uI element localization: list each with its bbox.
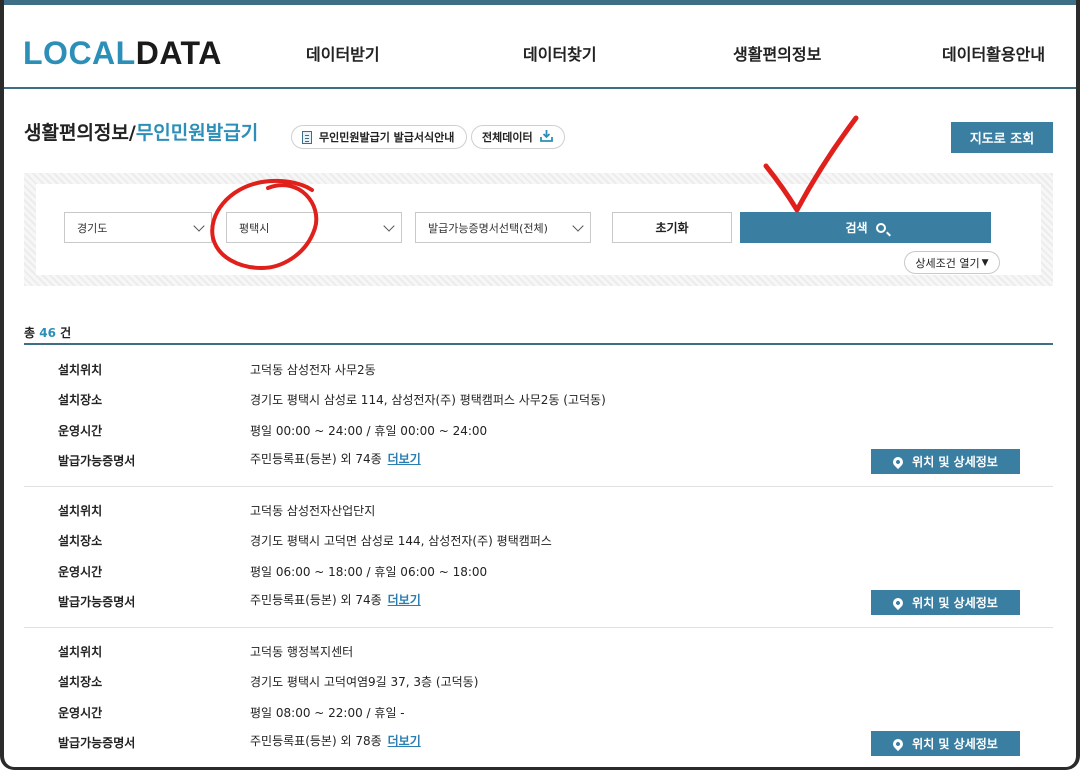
search-panel-inner: 경기도 평택시 발급가능증명서선택(전체) 초기화 검색 상세조건 열기 ▼ <box>36 184 1041 275</box>
city-select[interactable]: 평택시 <box>226 212 402 243</box>
search-button-label: 검색 <box>845 221 868 235</box>
row-label: 운영시간 <box>58 424 103 438</box>
nav-living-info[interactable]: 생활편의정보 <box>733 41 821 65</box>
location-detail-button[interactable]: 위치 및 상세정보 <box>871 449 1020 474</box>
row-value: 주민등록표(등본) 외 78종 더보기 <box>250 732 421 749</box>
row-label: 운영시간 <box>58 706 103 720</box>
result-row-place: 설치장소 경기도 평택시 고덕면 삼성로 144, 삼성전자(주) 평택캠퍼스 <box>24 532 1024 552</box>
result-row-hours: 운영시간 평일 06:00 ~ 18:00 / 휴일 06:00 ~ 18:00 <box>24 563 1024 583</box>
total-suffix: 건 <box>60 326 72 340</box>
chevron-down-icon <box>193 220 205 232</box>
certs-text: 주민등록표(등본) 외 78종 <box>250 734 382 748</box>
row-label: 설치장소 <box>58 534 103 548</box>
page-title-sub: 무인민원발급기 <box>135 122 259 144</box>
result-item: 설치위치 고덕동 삼성전자 사무2동 설치장소 경기도 평택시 삼성로 114,… <box>24 346 1053 487</box>
chevron-down-icon <box>383 220 395 232</box>
download-all-button[interactable]: 전체데이터 <box>471 125 565 149</box>
caret-down-icon: ▼ <box>981 257 989 268</box>
row-value: 평일 06:00 ~ 18:00 / 휴일 06:00 ~ 18:00 <box>250 565 488 579</box>
search-icon <box>875 222 886 233</box>
result-row-place: 설치장소 경기도 평택시 고덕여염9길 37, 3층 (고덕동) <box>24 673 1024 693</box>
result-item: 설치위치 고덕동 행정복지센터 설치장소 경기도 평택시 고덕여염9길 37, … <box>24 628 1053 769</box>
nav-data-search[interactable]: 데이터찾기 <box>523 41 597 65</box>
chevron-down-icon <box>572 220 584 232</box>
logo-part-data: DATA <box>135 35 222 71</box>
page-title-main: 생활편의정보/ <box>24 122 136 144</box>
row-value: 평일 08:00 ~ 22:00 / 휴일 - <box>250 706 405 720</box>
row-label: 운영시간 <box>58 565 103 579</box>
row-label: 발급가능증명서 <box>58 595 136 609</box>
download-all-label: 전체데이터 <box>482 131 533 144</box>
document-icon <box>302 130 312 144</box>
row-label: 설치위치 <box>58 363 103 377</box>
page-title: 생활편의정보/무인민원발급기 <box>24 118 258 145</box>
location-pin-icon <box>891 595 906 610</box>
row-label: 설치위치 <box>58 645 103 659</box>
row-label: 설치위치 <box>58 504 103 518</box>
nav-data-download[interactable]: 데이터받기 <box>306 41 380 65</box>
result-row-location: 설치위치 고덕동 삼성전자 사무2동 <box>24 361 1024 381</box>
guide-pill-button[interactable]: 무인민원발급기 발급서식안내 <box>291 125 467 149</box>
map-view-button[interactable]: 지도로 조회 <box>951 122 1053 153</box>
location-pin-icon <box>891 454 906 469</box>
certificate-select[interactable]: 발급가능증명서선택(전체) <box>415 212 591 243</box>
certs-text: 주민등록표(등본) 외 74종 <box>250 593 382 607</box>
city-select-value: 평택시 <box>239 221 270 235</box>
more-link[interactable]: 더보기 <box>388 452 421 466</box>
result-row-hours: 운영시간 평일 00:00 ~ 24:00 / 휴일 00:00 ~ 24:00 <box>24 422 1024 442</box>
result-item: 설치위치 고덕동 삼성전자산업단지 설치장소 경기도 평택시 고덕면 삼성로 1… <box>24 487 1053 628</box>
result-row-location: 설치위치 고덕동 삼성전자산업단지 <box>24 502 1024 522</box>
detail-button-label: 위치 및 상세정보 <box>912 455 998 469</box>
result-total: 총 46 건 <box>24 324 71 341</box>
row-label: 설치장소 <box>58 393 103 407</box>
row-value: 경기도 평택시 삼성로 114, 삼성전자(주) 평택캠퍼스 사무2동 (고덕동… <box>250 393 606 407</box>
total-prefix: 총 <box>24 326 36 340</box>
province-select[interactable]: 경기도 <box>64 212 212 243</box>
location-detail-button[interactable]: 위치 및 상세정보 <box>871 731 1020 756</box>
row-value: 주민등록표(등본) 외 74종 더보기 <box>250 450 421 467</box>
search-button[interactable]: 검색 <box>740 212 991 243</box>
certificate-select-value: 발급가능증명서선택(전체) <box>428 221 548 235</box>
row-value: 경기도 평택시 고덕여염9길 37, 3층 (고덕동) <box>250 675 479 689</box>
site-logo[interactable]: LOCALDATA <box>23 35 222 72</box>
row-value: 주민등록표(등본) 외 74종 더보기 <box>250 591 421 608</box>
total-count: 46 <box>39 326 56 340</box>
result-row-hours: 운영시간 평일 08:00 ~ 22:00 / 휴일 - <box>24 704 1024 724</box>
result-row-place: 설치장소 경기도 평택시 삼성로 114, 삼성전자(주) 평택캠퍼스 사무2동… <box>24 391 1024 411</box>
search-panel: 경기도 평택시 발급가능증명서선택(전체) 초기화 검색 상세조건 열기 ▼ <box>24 173 1053 286</box>
detail-button-label: 위치 및 상세정보 <box>912 737 998 751</box>
logo-part-local: LOCAL <box>23 35 136 71</box>
row-label: 발급가능증명서 <box>58 736 136 750</box>
row-value: 평일 00:00 ~ 24:00 / 휴일 00:00 ~ 24:00 <box>250 424 488 438</box>
location-pin-icon <box>891 736 906 751</box>
row-label: 설치장소 <box>58 675 103 689</box>
row-label: 발급가능증명서 <box>58 454 136 468</box>
location-detail-button[interactable]: 위치 및 상세정보 <box>871 590 1020 615</box>
province-select-value: 경기도 <box>77 221 108 235</box>
divider <box>24 343 1053 345</box>
result-row-location: 설치위치 고덕동 행정복지센터 <box>24 643 1024 663</box>
more-link[interactable]: 더보기 <box>388 734 421 748</box>
download-icon <box>539 129 553 146</box>
certs-text: 주민등록표(등본) 외 74종 <box>250 452 382 466</box>
detail-conditions-toggle[interactable]: 상세조건 열기 ▼ <box>904 251 1000 274</box>
guide-pill-label: 무인민원발급기 발급서식안내 <box>319 131 455 144</box>
row-value: 경기도 평택시 고덕면 삼성로 144, 삼성전자(주) 평택캠퍼스 <box>250 534 552 548</box>
reset-button[interactable]: 초기화 <box>612 212 732 243</box>
detail-button-label: 위치 및 상세정보 <box>912 596 998 610</box>
row-value: 고덕동 삼성전자산업단지 <box>250 504 376 518</box>
row-value: 고덕동 행정복지센터 <box>250 645 354 659</box>
site-header: LOCALDATA 데이터받기 데이터찾기 생활편의정보 데이터활용안내 <box>4 5 1076 89</box>
nav-data-usage-guide[interactable]: 데이터활용안내 <box>942 41 1045 65</box>
row-value: 고덕동 삼성전자 사무2동 <box>250 363 376 377</box>
detail-toggle-label: 상세조건 열기 <box>915 256 980 270</box>
more-link[interactable]: 더보기 <box>388 593 421 607</box>
